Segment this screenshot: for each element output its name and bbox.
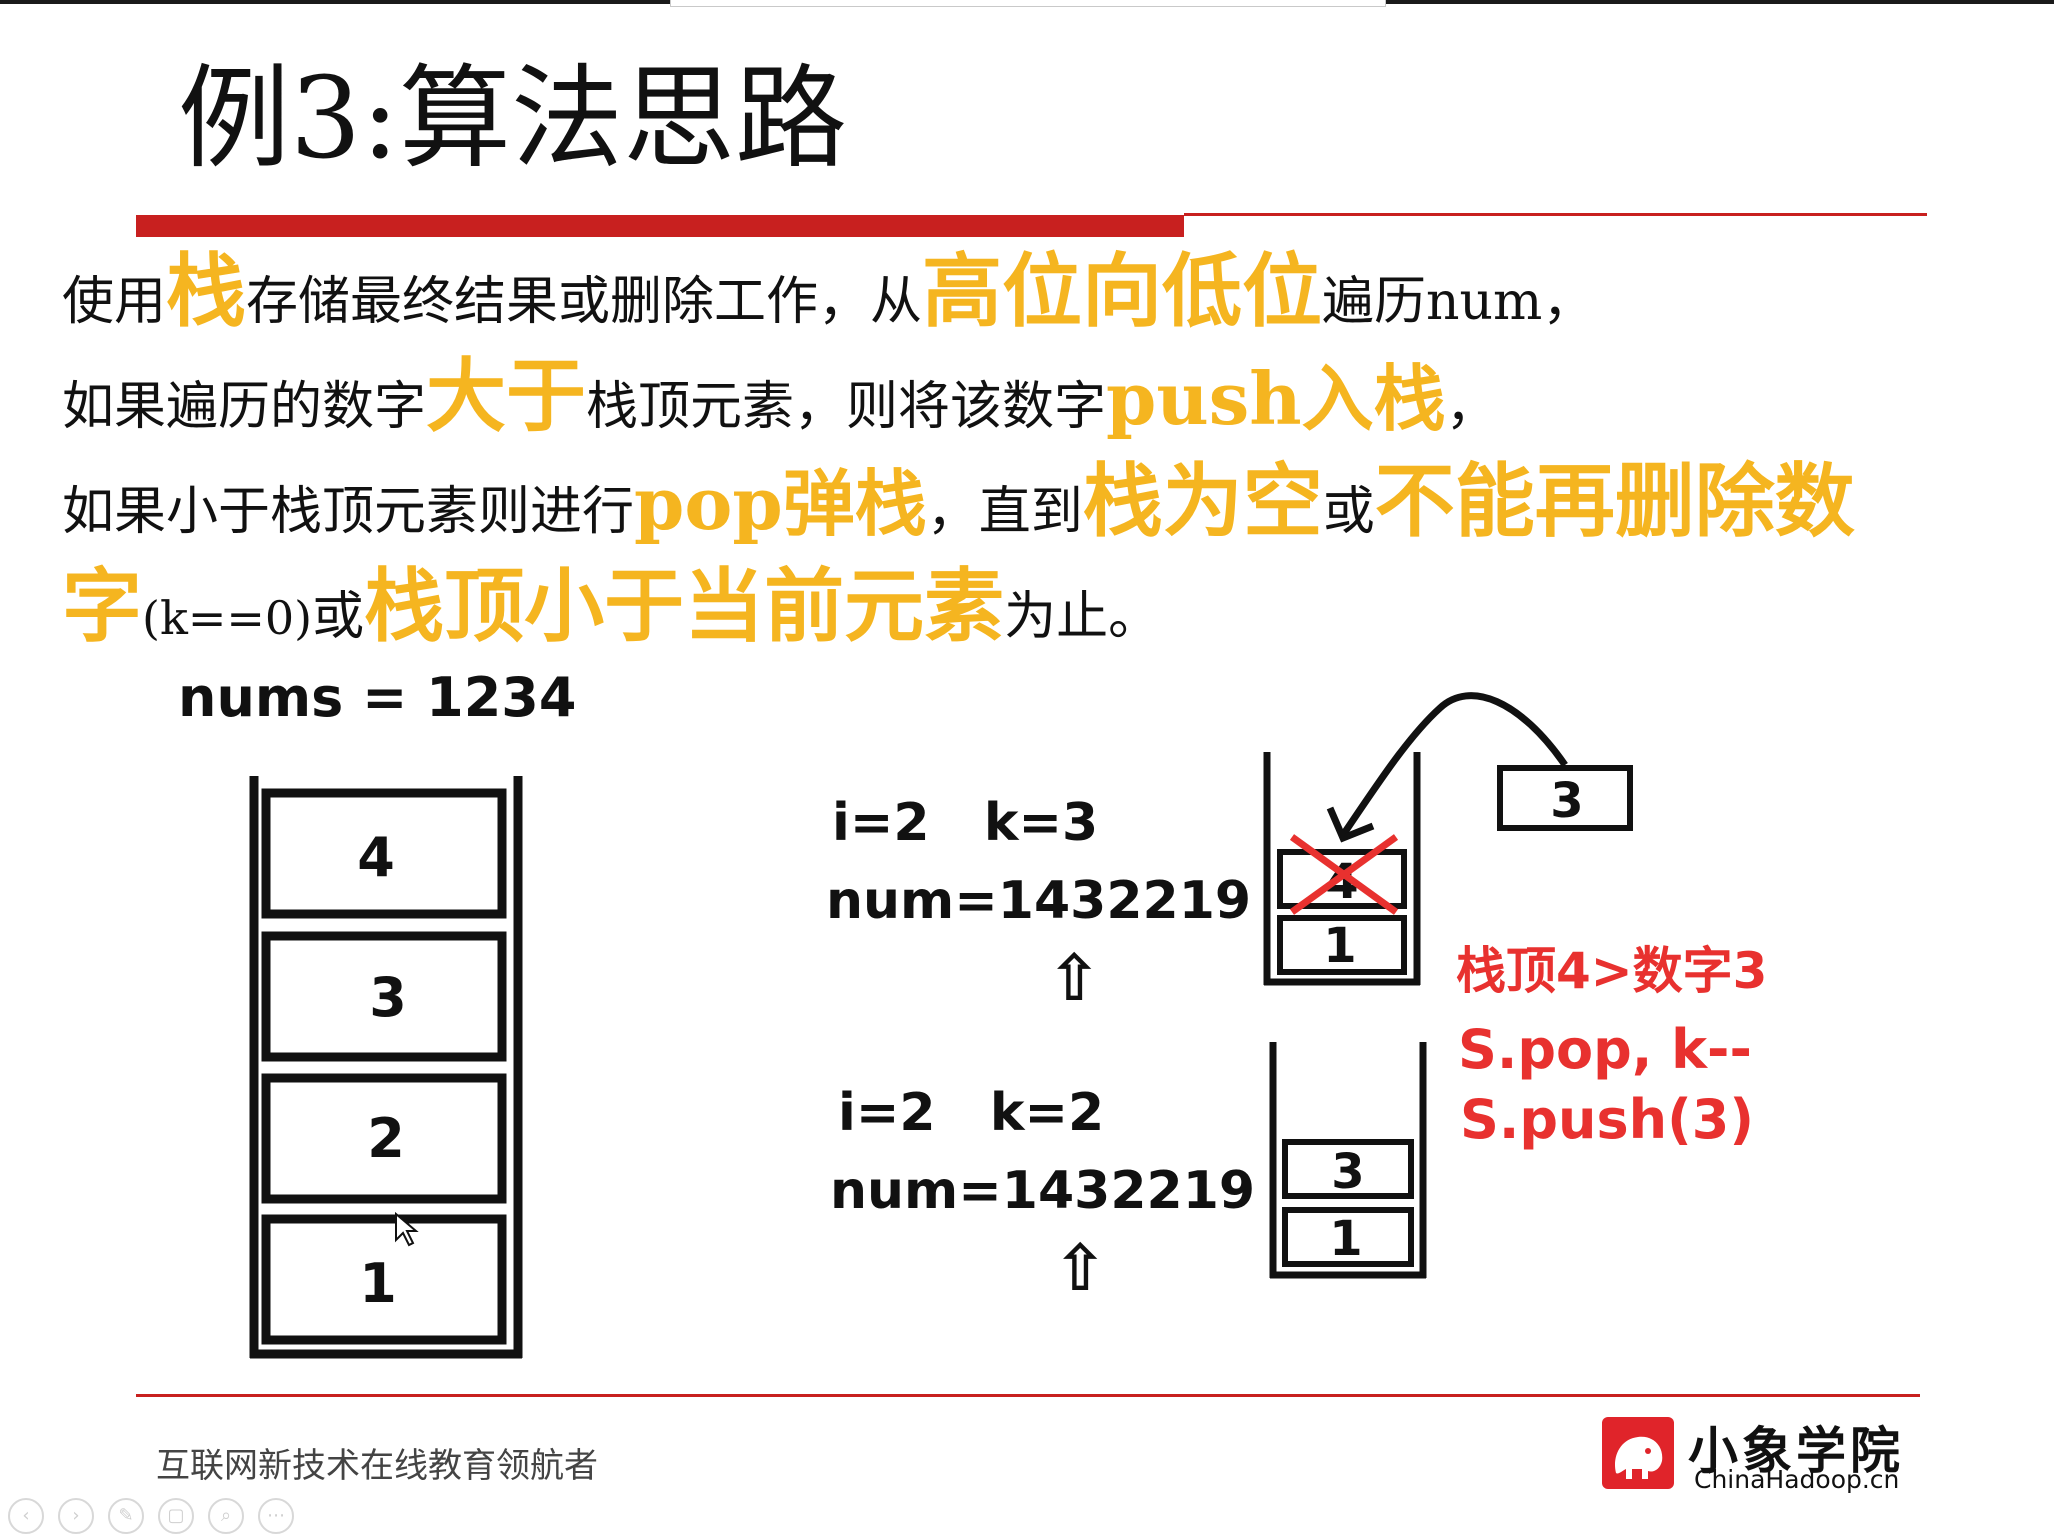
logo-english-text: ChinaHadoop.cn [1694,1465,1900,1494]
step-2-stack-value: 3 [1331,1144,1364,1200]
step-1-ik-label: i=2 k=3 [832,793,1098,853]
incoming-element-value: 3 [1550,773,1583,829]
step-1-num-label: num=1432219 [826,871,1251,931]
annotation-line-2: S.pop, k-- [1458,1018,1752,1081]
step-1-pointer-arrow-icon: ⇧ [1047,942,1101,1016]
slideshow-toolbar: ‹ › ✎ ▢ ⌕ ⋯ [8,1498,294,1534]
left-stack-value: 3 [369,966,407,1029]
more-icon[interactable]: ⋯ [258,1498,294,1534]
annotation-line-1: 栈顶4>数字3 [1456,942,1767,1000]
annotation-line-3: S.push(3) [1460,1088,1754,1151]
nums-label: nums = 1234 [178,666,576,729]
prev-icon[interactable]: ‹ [8,1498,44,1534]
next-icon[interactable]: › [58,1498,94,1534]
step-1-stack-value: 1 [1323,918,1356,974]
stack-diagram: nums = 1234 4 3 2 1 i=2 k=3 num=1432219 … [178,666,1767,1359]
left-stack: 4 3 2 1 [249,776,523,1359]
left-stack-value: 1 [359,1252,397,1315]
step-2-num-label: num=1432219 [830,1161,1255,1221]
copy-icon[interactable]: ▢ [158,1498,194,1534]
left-stack-value: 2 [367,1107,405,1170]
step-2-stack-value: 1 [1329,1211,1362,1267]
footer-rule [136,1394,1920,1397]
elephant-logo-icon [1602,1417,1674,1489]
zoom-icon[interactable]: ⌕ [208,1498,244,1534]
step-2-ik-label: i=2 k=2 [838,1083,1104,1143]
pen-icon[interactable]: ✎ [108,1498,144,1534]
step-2: i=2 k=2 num=1432219 ⇧ 3 1 [830,1042,1427,1306]
step-2-pointer-arrow-icon: ⇧ [1053,1232,1107,1306]
left-stack-value: 4 [357,826,395,889]
footer-slogan: 互联网新技术在线教育领航者 [156,1446,598,1486]
brand-logo: 小象学院 ChinaHadoop.cn [1602,1413,1922,1494]
